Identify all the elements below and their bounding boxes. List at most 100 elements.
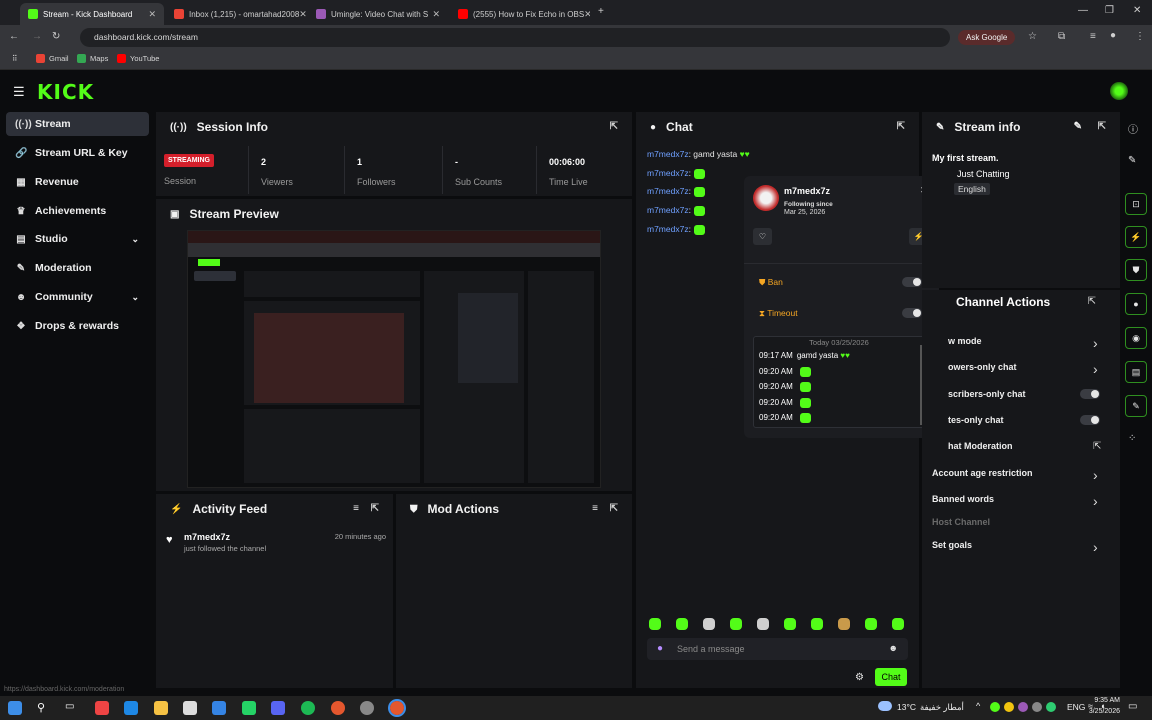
url-field[interactable]: dashboard.kick.com/stream <box>80 28 950 47</box>
chat-settings-icon[interactable]: ⚙ <box>855 672 864 683</box>
rail-button-chat[interactable]: ● <box>1125 293 1147 315</box>
chevron-down-icon[interactable]: ⌄ <box>131 234 139 245</box>
emote-icon[interactable] <box>838 618 850 630</box>
popout-icon[interactable]: ⇱ <box>897 121 905 132</box>
emote-icon[interactable] <box>649 618 661 630</box>
extensions-icon[interactable]: ⧉ <box>1058 31 1065 42</box>
reload-icon[interactable]: ↻ <box>52 31 60 42</box>
close-tab-icon[interactable]: ✕ <box>299 9 306 20</box>
sidebar-item-achievements[interactable]: ♛ Achievements <box>6 199 149 223</box>
forward-icon[interactable]: → <box>32 31 42 42</box>
popout-icon[interactable]: ⇱ <box>610 121 618 132</box>
popout-icon[interactable]: ⇱ <box>1098 121 1106 132</box>
app-icon[interactable] <box>95 701 109 715</box>
rail-button-view[interactable]: ⊡ <box>1125 193 1147 215</box>
popout-icon[interactable]: ⇱ <box>1088 296 1096 307</box>
sidebar-item-moderation[interactable]: ✎ Moderation <box>6 256 149 280</box>
clock-time[interactable]: 9:35 AM <box>1090 697 1120 704</box>
ask-google-button[interactable]: Ask Google <box>958 30 1016 45</box>
emote-icon[interactable] <box>892 618 904 630</box>
emote-icon[interactable] <box>784 618 796 630</box>
rail-button-shield[interactable]: ⛊ <box>1125 259 1147 281</box>
edge-icon[interactable] <box>124 701 138 715</box>
close-tab-icon[interactable]: ✕ <box>148 9 156 20</box>
chat-username[interactable]: m7medx7z <box>647 149 689 159</box>
chat-send-button[interactable]: Chat <box>875 668 907 686</box>
channel-action-item[interactable]: Account age restriction <box>932 468 1033 478</box>
minimize-button[interactable]: — <box>1078 5 1088 16</box>
tray-app-icon[interactable] <box>1018 702 1028 712</box>
channel-action-item[interactable]: Banned words <box>932 494 994 504</box>
tab-youtube[interactable]: (2555) How to Fix Echo in OBS ✕ <box>450 3 590 25</box>
filter-icon[interactable]: ≡ <box>353 503 359 514</box>
chat-message[interactable]: m7medx7z: <box>647 186 705 197</box>
chrome-icon[interactable] <box>331 701 345 715</box>
clock-date[interactable]: 3/25/2026 <box>1082 708 1120 715</box>
filter-icon[interactable]: ≡ <box>592 503 598 514</box>
chat-message[interactable]: m7medx7z: <box>647 168 705 179</box>
sidebar-item-community[interactable]: ☻ Community ⌄ <box>6 285 149 309</box>
emote-icon[interactable] <box>757 618 769 630</box>
bookmark-maps[interactable]: Maps <box>77 54 108 63</box>
microphone-icon[interactable]: ● <box>657 643 663 654</box>
chevron-right-icon[interactable]: › <box>1093 467 1098 483</box>
chat-message[interactable]: m7medx7z: <box>647 224 705 235</box>
external-link-icon[interactable]: ⇱ <box>1093 441 1101 452</box>
bookmark-gmail[interactable]: Gmail <box>36 54 69 63</box>
chevron-right-icon[interactable]: › <box>1093 361 1098 377</box>
tray-app-icon[interactable] <box>1032 702 1042 712</box>
popout-icon[interactable]: ⇱ <box>610 503 618 514</box>
channel-action-item[interactable]: owers-only chat <box>948 362 1017 372</box>
channel-action-item[interactable]: hat Moderation <box>948 441 1013 451</box>
rail-button-wrench[interactable]: ✎ <box>1125 395 1147 417</box>
follow-heart-button[interactable]: ♡ <box>753 228 772 245</box>
tray-chevron-icon[interactable]: ^ <box>976 701 980 711</box>
task-view-icon[interactable]: ▭ <box>65 701 79 715</box>
search-icon[interactable]: ⚲ <box>37 701 51 715</box>
user-avatar[interactable] <box>1110 82 1128 100</box>
tab-kick-dashboard[interactable]: Stream - Kick Dashboard ✕ <box>20 3 164 25</box>
stream-preview-video[interactable] <box>187 230 601 488</box>
tab-umingle[interactable]: Umingle: Video Chat with S ✕ <box>308 3 448 25</box>
bookmark-youtube[interactable]: YouTube <box>117 54 159 63</box>
edit-pencil-icon[interactable]: ✎ <box>1128 155 1136 166</box>
emote-icon[interactable] <box>730 618 742 630</box>
emote-icon[interactable] <box>676 618 688 630</box>
chevron-right-icon[interactable]: › <box>1093 335 1098 351</box>
channel-action-item[interactable]: w mode <box>948 336 982 346</box>
channel-action-item[interactable]: tes-only chat <box>948 415 1004 425</box>
tab-inbox[interactable]: Inbox (1,215) - omartahad2008 ✕ <box>166 3 306 25</box>
sidebar-item-revenue[interactable]: ▦ Revenue <box>6 170 149 194</box>
chevron-right-icon[interactable]: › <box>1093 493 1098 509</box>
chevron-down-icon[interactable]: ⌄ <box>131 292 139 303</box>
sidebar-item-drops-rewards[interactable]: ❖ Drops & rewards <box>6 314 149 338</box>
obs-icon[interactable] <box>360 701 374 715</box>
windows-start-icon[interactable] <box>8 701 22 715</box>
sidebar-item-stream-url-key[interactable]: 🔗 Stream URL & Key <box>6 141 149 165</box>
chat-message[interactable]: m7medx7z: gamd yasta ♥♥ <box>647 149 750 159</box>
rail-button-stats[interactable]: ▤ <box>1125 361 1147 383</box>
hamburger-menu-icon[interactable]: ☰ <box>13 84 25 100</box>
tray-app-icon[interactable] <box>1046 702 1056 712</box>
chevron-right-icon[interactable]: › <box>1093 539 1098 555</box>
emoji-icon[interactable]: ☻ <box>889 643 898 653</box>
file-explorer-icon[interactable] <box>154 701 168 715</box>
grid-icon[interactable]: ⁘ <box>1128 433 1136 444</box>
store-icon[interactable] <box>183 701 197 715</box>
close-window-button[interactable]: ✕ <box>1133 5 1141 16</box>
edit-pencil-icon[interactable]: ✎ <box>1074 121 1082 132</box>
activity-user[interactable]: m7medx7z <box>184 532 230 542</box>
chat-username[interactable]: m7medx7z <box>647 224 689 234</box>
whatsapp-icon[interactable] <box>242 701 256 715</box>
maximize-button[interactable]: ❐ <box>1105 5 1114 16</box>
tray-app-icon[interactable] <box>990 702 1000 712</box>
new-tab-button[interactable]: + <box>598 6 604 17</box>
menu-list-icon[interactable]: ≡ <box>1090 31 1096 42</box>
info-icon[interactable]: ⓘ <box>1128 121 1138 136</box>
channel-action-toggle[interactable] <box>1080 389 1100 399</box>
spotify-icon[interactable] <box>301 701 315 715</box>
rail-button-lightning[interactable]: ⚡ <box>1125 226 1147 248</box>
tray-app-icon[interactable] <box>1004 702 1014 712</box>
chat-username[interactable]: m7medx7z <box>647 168 689 178</box>
kebab-menu-icon[interactable]: ⋮ <box>1135 31 1145 42</box>
